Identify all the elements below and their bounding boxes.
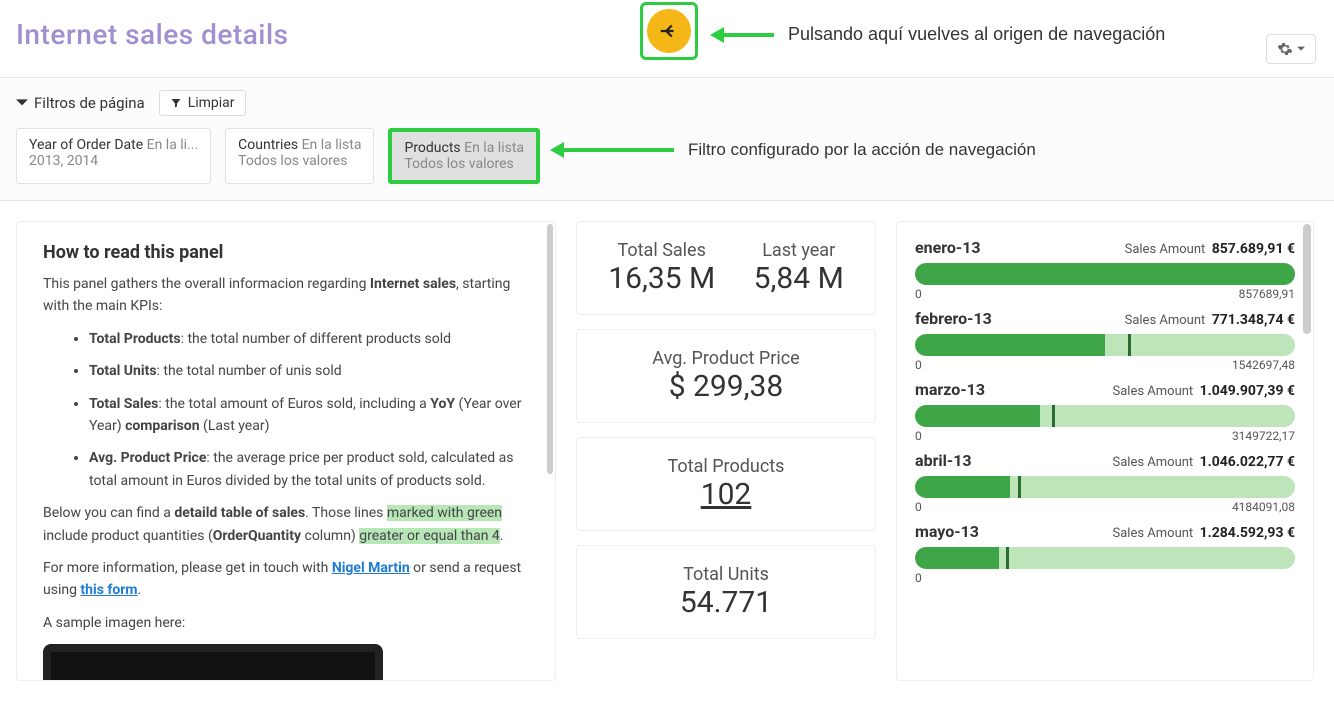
clear-label: Limpiar xyxy=(188,95,235,111)
help-table-note: Below you can find a detaild table of sa… xyxy=(43,502,529,547)
annotation-arrow-back: Pulsando aquí vuelves al origen de naveg… xyxy=(710,24,1165,45)
annotation-arrow-filter: Filtro configurado por la acción de nave… xyxy=(550,140,1036,160)
kpi-avg-value: $ 299,38 xyxy=(589,369,863,404)
bar-range: 01542697,48 xyxy=(915,358,1295,372)
bar-range: 0 xyxy=(915,571,1295,585)
bar-row: marzo-13 Sales Amount 1.049.907,39 € 03149… xyxy=(915,380,1295,443)
back-button-highlight xyxy=(640,2,698,60)
kpi-avg-label: Avg. Product Price xyxy=(589,348,863,369)
bar-range: 04184091,08 xyxy=(915,500,1295,514)
annotation-filter-text: Filtro configurado por la acción de nave… xyxy=(688,140,1036,160)
kpi-last-year-value: 5,84 M xyxy=(754,261,844,296)
filters-toggle[interactable]: Filtros de página xyxy=(16,94,145,112)
bar-month: enero-13 xyxy=(915,238,981,257)
filter-chip-year[interactable]: Year of Order Date En la li... 2013, 201… xyxy=(16,128,211,184)
filter-chip-countries[interactable]: Countries En la lista Todos los valores xyxy=(225,128,374,184)
chip-label: Year of Order Date xyxy=(29,137,143,153)
bar-amount: Sales Amount 1.049.907,39 € xyxy=(1113,383,1296,399)
kpi-products-label: Total Products xyxy=(589,456,863,477)
monthly-bars-panel: enero-13 Sales Amount 857.689,91 € 0857689… xyxy=(896,221,1314,681)
help-panel: How to read this panel This panel gather… xyxy=(16,221,556,681)
kpi-total-sales-value: 16,35 M xyxy=(608,261,715,296)
chip-label: Countries xyxy=(238,137,298,153)
scrollbar[interactable] xyxy=(1303,224,1311,334)
bar-amount: Sales Amount 771.348,74 € xyxy=(1125,312,1295,328)
help-li-sales: Total Sales: the total amount of Euros s… xyxy=(89,393,529,438)
contact-link[interactable]: Nigel Martin xyxy=(332,560,410,576)
funnel-icon xyxy=(170,97,182,109)
bar-track[interactable] xyxy=(915,263,1295,285)
kpi-products: Total Products 102 xyxy=(576,437,876,531)
kpi-avg: Avg. Product Price $ 299,38 xyxy=(576,329,876,423)
bar-row: enero-13 Sales Amount 857.689,91 € 0857689… xyxy=(915,238,1295,301)
chip-val: Todos los valores xyxy=(404,156,524,172)
chip-label: Products xyxy=(404,140,460,156)
scrollbar[interactable] xyxy=(547,224,553,474)
gear-icon xyxy=(1277,41,1293,57)
kpi-last-year-label: Last year xyxy=(754,240,844,261)
bar-month: marzo-13 xyxy=(915,380,985,399)
back-button[interactable] xyxy=(647,9,691,53)
bar-track[interactable] xyxy=(915,405,1295,427)
caret-down-icon xyxy=(1297,45,1305,53)
help-li-products: Total Products: the total number of diff… xyxy=(89,328,529,350)
bar-track[interactable] xyxy=(915,547,1295,569)
help-contact: For more information, please get in touc… xyxy=(43,557,529,602)
help-intro: This panel gathers the overall informaci… xyxy=(43,273,529,318)
bar-range: 03149722,17 xyxy=(915,429,1295,443)
bar-row: febrero-13 Sales Amount 771.348,74 € 01542… xyxy=(915,309,1295,372)
bar-amount: Sales Amount 1.284.592,93 € xyxy=(1113,525,1296,541)
kpi-products-value[interactable]: 102 xyxy=(589,477,863,512)
form-link[interactable]: this form xyxy=(80,582,137,598)
kpi-units-label: Total Units xyxy=(589,564,863,585)
kpi-total-sales-label: Total Sales xyxy=(608,240,715,261)
kpi-units-value: 54.771 xyxy=(589,585,863,620)
kpi-sales: Total Sales 16,35 M Last year 5,84 M xyxy=(576,221,876,315)
arrow-left-icon xyxy=(658,20,680,42)
annotation-back-text: Pulsando aquí vuelves al origen de naveg… xyxy=(788,24,1165,45)
clear-filters-button[interactable]: Limpiar xyxy=(159,90,246,116)
settings-button[interactable] xyxy=(1266,34,1316,64)
sample-image xyxy=(43,644,383,681)
help-sample-label: A sample imagen here: xyxy=(43,612,529,634)
help-li-units: Total Units: the total number of unis so… xyxy=(89,360,529,382)
bar-track[interactable] xyxy=(915,334,1295,356)
chip-val: 2013, 2014 xyxy=(29,153,198,169)
chip-op: En la li... xyxy=(147,137,199,153)
bar-month: abril-13 xyxy=(915,451,972,470)
chevron-down-icon xyxy=(16,97,28,109)
help-li-avg: Avg. Product Price: the average price pe… xyxy=(89,447,529,492)
kpi-units: Total Units 54.771 xyxy=(576,545,876,639)
chip-val: Todos los valores xyxy=(238,153,361,169)
filter-chip-products[interactable]: Products En la lista Todos los valores xyxy=(388,128,540,184)
bar-track[interactable] xyxy=(915,476,1295,498)
filters-label: Filtros de página xyxy=(34,94,145,112)
bar-amount: Sales Amount 857.689,91 € xyxy=(1125,241,1295,257)
help-title: How to read this panel xyxy=(43,242,529,263)
bar-month: febrero-13 xyxy=(915,309,992,328)
bar-range: 0857689,91 xyxy=(915,287,1295,301)
bar-month: mayo-13 xyxy=(915,522,979,541)
chip-op: En la lista xyxy=(302,137,362,153)
bar-amount: Sales Amount 1.046.022,77 € xyxy=(1113,454,1296,470)
page-title: Internet sales details xyxy=(16,18,289,51)
chip-op: En la lista xyxy=(464,140,524,156)
bar-row: mayo-13 Sales Amount 1.284.592,93 € 0 xyxy=(915,522,1295,585)
bar-row: abril-13 Sales Amount 1.046.022,77 € 04184… xyxy=(915,451,1295,514)
